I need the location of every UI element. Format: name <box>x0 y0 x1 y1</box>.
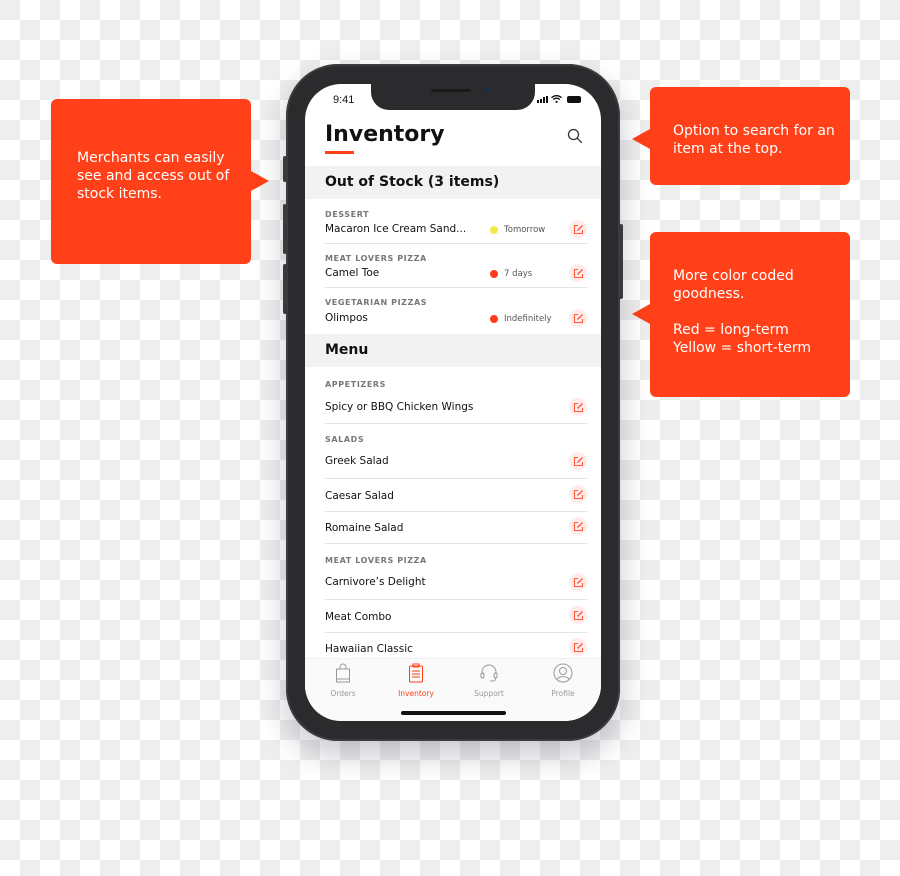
status-text: Indefinitely <box>504 314 552 324</box>
edit-button[interactable] <box>569 309 587 327</box>
menu-header: Menu <box>305 334 601 367</box>
edit-button[interactable] <box>569 517 587 535</box>
status-icons <box>537 95 581 103</box>
out-of-stock-row[interactable]: MEAT LOVERS PIZZA Camel Toe 7 days <box>325 250 587 288</box>
item-name: Macaron Ice Cream Sand... <box>325 223 467 235</box>
edit-icon <box>573 577 583 587</box>
item-name: Carnivore’s Delight <box>325 576 426 588</box>
out-of-stock-row[interactable]: DESSERT Macaron Ice Cream Sand... Tomorr… <box>325 206 587 244</box>
item-name: Greek Salad <box>325 455 389 467</box>
battery-icon <box>567 96 581 103</box>
tab-profile[interactable]: Profile <box>533 663 593 698</box>
headset-icon <box>480 664 498 682</box>
signal-icon <box>537 96 548 103</box>
item-name: Caesar Salad <box>325 490 394 502</box>
user-icon <box>553 663 573 683</box>
status-badge: Indefinitely <box>490 314 552 324</box>
clipboard-icon <box>409 663 423 683</box>
edit-icon <box>573 313 583 323</box>
status-text: 7 days <box>504 269 533 279</box>
power-button <box>619 224 623 299</box>
item-category: SALADS <box>325 435 365 444</box>
search-icon[interactable] <box>567 128 583 144</box>
edit-icon <box>573 224 583 234</box>
status-badge: Tomorrow <box>490 225 545 235</box>
menu-row[interactable]: SALADS Greek Salad <box>325 431 587 479</box>
item-category: MEAT LOVERS PIZZA <box>325 254 427 263</box>
tab-support[interactable]: Support <box>459 663 519 698</box>
edit-icon <box>573 268 583 278</box>
item-name: Olimpos <box>325 312 368 324</box>
edit-button[interactable] <box>569 485 587 503</box>
callout-text: Merchants can easily see and access out … <box>77 150 230 202</box>
edit-icon <box>573 402 583 412</box>
item-category: MEAT LOVERS PIZZA <box>325 556 427 565</box>
tab-inventory[interactable]: Inventory <box>386 663 446 698</box>
camera <box>484 87 490 93</box>
menu-row[interactable]: APPETIZERS Spicy or BBQ Chicken Wings <box>325 376 587 424</box>
edit-button[interactable] <box>569 264 587 282</box>
edit-button[interactable] <box>569 638 587 656</box>
status-time: 9:41 <box>333 94 355 106</box>
item-name: Camel Toe <box>325 267 380 279</box>
item-name: Hawaiian Classic <box>325 643 413 655</box>
out-of-stock-row[interactable]: VEGETARIAN PIZZAS Olimpos Indefinitely <box>325 294 587 334</box>
callout-text: Option to search for an item at the top. <box>673 123 835 157</box>
status-text: Tomorrow <box>504 225 546 235</box>
menu-row[interactable]: MEAT LOVERS PIZZA Carnivore’s Delight <box>325 552 587 600</box>
callout-search: Option to search for an item at the top. <box>632 87 850 185</box>
item-name: Romaine Salad <box>325 522 404 534</box>
edit-icon <box>573 610 583 620</box>
edit-icon <box>573 489 583 499</box>
out-of-stock-header: Out of Stock (3 items) <box>305 166 601 199</box>
callout-color-coding: More color coded goodness. Red = long-te… <box>632 232 850 397</box>
edit-button[interactable] <box>569 452 587 470</box>
home-indicator[interactable] <box>401 711 506 715</box>
edit-icon <box>573 456 583 466</box>
wifi-icon <box>551 95 562 103</box>
tab-orders[interactable]: Orders <box>313 663 373 698</box>
edit-button[interactable] <box>569 606 587 624</box>
volume-up-button <box>283 204 287 254</box>
shopping-bag-icon <box>336 663 350 683</box>
item-category: APPETIZERS <box>325 380 387 389</box>
tab-label: Orders <box>330 689 356 698</box>
callout-text: More color coded goodness. Red = long-te… <box>673 268 812 356</box>
callout-arrow <box>632 304 650 324</box>
edit-button[interactable] <box>569 398 587 416</box>
volume-down-button <box>283 264 287 314</box>
tab-label: Profile <box>551 689 575 698</box>
callout-arrow <box>632 129 650 149</box>
edit-button[interactable] <box>569 220 587 238</box>
phone-screen: 9:41 Inventory Out of Stock (3 items) DE… <box>305 84 601 721</box>
page-title: Inventory <box>325 122 445 147</box>
speaker <box>431 89 471 92</box>
status-dot-yellow <box>490 226 498 234</box>
edit-icon <box>573 521 583 531</box>
callout-out-of-stock: Merchants can easily see and access out … <box>51 99 269 264</box>
status-badge: 7 days <box>490 269 532 279</box>
mute-switch <box>283 156 287 182</box>
status-dot-red <box>490 270 498 278</box>
item-category: VEGETARIAN PIZZAS <box>325 298 428 307</box>
item-name: Meat Combo <box>325 611 392 623</box>
callout-arrow <box>251 171 269 191</box>
phone-frame: 9:41 Inventory Out of Stock (3 items) DE… <box>283 64 623 741</box>
notch <box>371 84 535 110</box>
menu-row[interactable]: Meat Combo <box>325 600 587 633</box>
tab-label: Support <box>474 689 504 698</box>
item-category: DESSERT <box>325 210 370 219</box>
edit-button[interactable] <box>569 573 587 591</box>
title-underline <box>325 151 354 154</box>
item-name: Spicy or BBQ Chicken Wings <box>325 401 474 413</box>
menu-row[interactable]: Caesar Salad <box>325 479 587 512</box>
menu-row[interactable]: Romaine Salad <box>325 512 587 544</box>
tab-label: Inventory <box>398 689 434 698</box>
edit-icon <box>573 642 583 652</box>
status-dot-red <box>490 315 498 323</box>
